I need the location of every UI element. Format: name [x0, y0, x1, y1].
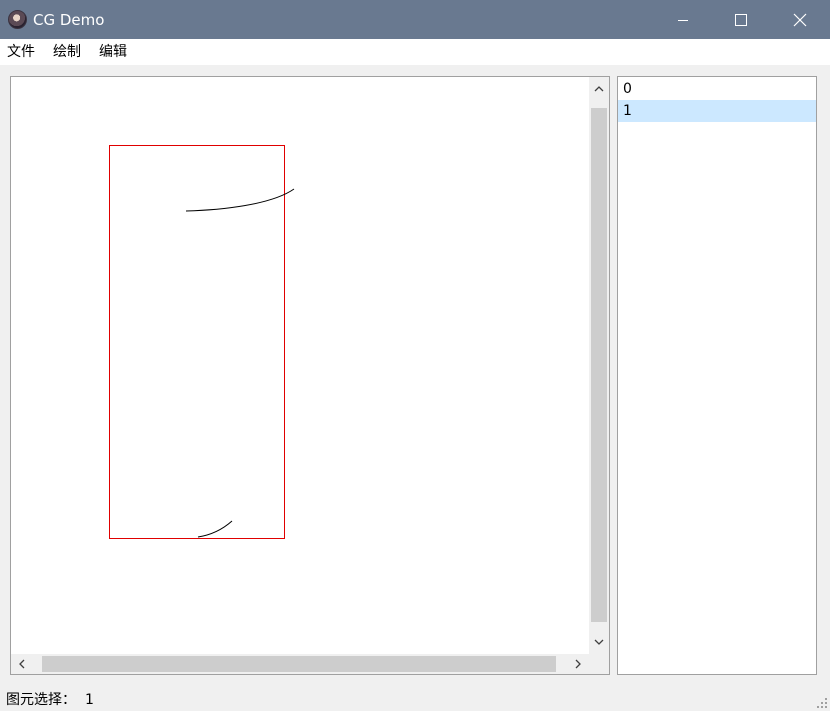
- vertical-scrollbar[interactable]: [589, 77, 609, 654]
- close-icon: [793, 13, 807, 26]
- title-bar[interactable]: CG Demo: [0, 0, 830, 39]
- menu-edit[interactable]: 编辑: [99, 43, 127, 61]
- status-label: 图元选择：: [6, 692, 76, 708]
- drawing-canvas[interactable]: [11, 77, 589, 654]
- vertical-scroll-thumb[interactable]: [591, 108, 607, 622]
- chevron-right-icon: [575, 659, 581, 669]
- list-item-selected[interactable]: 1: [618, 100, 816, 122]
- maximize-button[interactable]: [712, 0, 770, 39]
- canvas-view: [10, 76, 610, 675]
- selection-bounding-box: [109, 145, 285, 539]
- close-button[interactable]: [770, 0, 830, 39]
- chevron-left-icon: [19, 659, 25, 669]
- menu-bar: 文件 绘制 编辑: [0, 39, 830, 65]
- scroll-right-button[interactable]: [567, 654, 589, 674]
- scroll-corner: [589, 654, 609, 674]
- horizontal-scroll-thumb[interactable]: [42, 656, 556, 672]
- window-title: CG Demo: [33, 11, 105, 29]
- minimize-button[interactable]: [654, 0, 712, 39]
- status-bar: 图元选择： 1: [0, 688, 830, 711]
- scroll-down-button[interactable]: [589, 630, 609, 654]
- maximize-icon: [735, 13, 747, 26]
- curve-top: [185, 188, 295, 212]
- horizontal-scrollbar[interactable]: [11, 654, 589, 674]
- menu-file[interactable]: 文件: [7, 43, 35, 61]
- curve-bottom: [197, 520, 233, 538]
- menu-draw[interactable]: 绘制: [53, 43, 81, 61]
- main-window: CG Demo 文件 绘制 编辑 0 1 图元选择： 1: [0, 0, 830, 711]
- list-item[interactable]: 0: [618, 78, 816, 100]
- status-value: 1: [85, 692, 94, 708]
- chevron-up-icon: [594, 86, 604, 92]
- chevron-down-icon: [594, 639, 604, 645]
- item-list[interactable]: 0 1: [617, 76, 817, 675]
- app-icon[interactable]: [8, 10, 27, 29]
- canvas-drawing: [109, 145, 295, 539]
- minimize-icon: [678, 19, 688, 21]
- resize-grip-icon[interactable]: [816, 697, 828, 709]
- scroll-up-button[interactable]: [589, 77, 609, 101]
- scroll-left-button[interactable]: [11, 654, 33, 674]
